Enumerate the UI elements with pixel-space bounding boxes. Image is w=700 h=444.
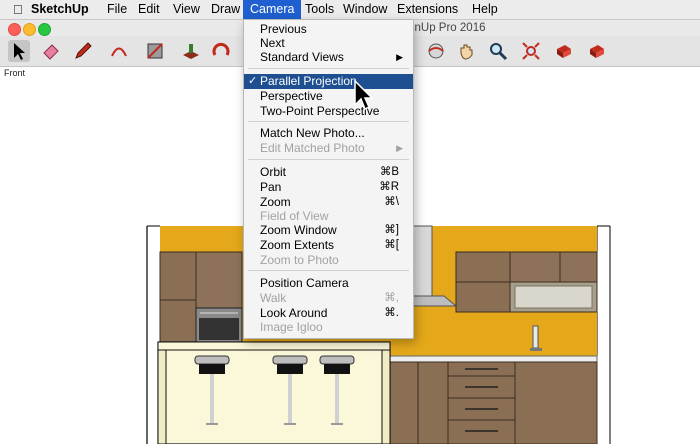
apple-icon[interactable]:  <box>13 2 23 17</box>
push-pull-icon[interactable] <box>180 40 202 62</box>
mouse-pointer-icon <box>354 80 373 111</box>
zoom-window-button[interactable] <box>38 23 51 36</box>
menu-camera[interactable]: Camera <box>243 0 302 19</box>
submenu-arrow-icon: ▶ <box>396 52 403 62</box>
close-window-button[interactable] <box>8 23 21 36</box>
menu-item-next[interactable]: Next <box>244 36 413 51</box>
menu-draw[interactable]: Draw <box>204 0 247 19</box>
menu-item-zoom[interactable]: Zoom ⌘\ <box>244 195 413 210</box>
menu-window[interactable]: Window <box>336 0 394 19</box>
menu-item-orbit[interactable]: Orbit ⌘B <box>244 165 413 180</box>
menu-item-pan[interactable]: Pan ⌘R <box>244 180 413 195</box>
rectangle-icon[interactable] <box>144 40 166 62</box>
eraser-icon[interactable] <box>40 40 62 62</box>
menu-item-position-camera[interactable]: Position Camera <box>244 276 413 291</box>
zoom-extents-icon[interactable] <box>520 40 542 62</box>
menu-item-match-new-photo[interactable]: Match New Photo... <box>244 126 413 141</box>
scene-view-label: Front <box>4 68 26 78</box>
previous-view-icon[interactable] <box>553 40 575 62</box>
menu-item-walk: Walk ⌘, <box>260 291 399 305</box>
menu-extensions[interactable]: Extensions <box>390 0 465 19</box>
next-view-icon[interactable] <box>586 40 608 62</box>
menu-item-previous[interactable]: Previous <box>244 22 413 37</box>
menu-item-zoom-extents[interactable]: Zoom Extents ⌘[ <box>244 238 413 253</box>
menu-item-parallel-projection[interactable]: ✓ Parallel Projection <box>244 74 413 89</box>
menu-file[interactable]: File <box>100 0 134 19</box>
countertop <box>384 355 598 363</box>
orbit-icon[interactable] <box>425 40 447 62</box>
menu-item-zoom-window[interactable]: Zoom Window ⌘] <box>244 223 413 238</box>
menu-tools[interactable]: Tools <box>298 0 341 19</box>
arc-icon[interactable] <box>108 40 130 62</box>
menu-item-two-point-perspective[interactable]: Two-Point Perspective <box>244 104 413 119</box>
menu-app[interactable]: SketchUp <box>24 0 96 19</box>
camera-menu: Previous Next Standard Views ▶ ✓ Parallel … <box>243 19 414 339</box>
zoom-icon[interactable] <box>487 40 509 62</box>
pencil-icon[interactable] <box>72 40 94 62</box>
menu-item-standard-views[interactable]: Standard Views ▶ <box>244 50 413 65</box>
window-title: nUp Pro 2016 <box>414 22 486 34</box>
select-icon[interactable] <box>8 40 30 62</box>
menu-item-look-around[interactable]: Look Around ⌘. <box>244 306 413 321</box>
menu-view[interactable]: View <box>166 0 207 19</box>
pan-icon[interactable] <box>455 40 477 62</box>
rotate-icon[interactable] <box>210 40 232 62</box>
menu-item-edit-matched-photo: Edit Matched Photo ▶ <box>260 141 403 155</box>
menu-help[interactable]: Help <box>465 0 505 19</box>
menu-item-image-igloo: Image Igloo <box>260 320 323 334</box>
menu-bar:  SketchUp File Edit View Draw Camera To… <box>0 0 700 20</box>
menu-item-perspective[interactable]: Perspective <box>244 89 413 104</box>
checkmark-icon: ✓ <box>248 75 258 87</box>
menu-item-zoom-to-photo: Zoom to Photo <box>260 253 339 267</box>
upper-cabinet-left <box>195 251 243 309</box>
submenu-arrow-icon: ▶ <box>396 143 403 153</box>
menu-edit[interactable]: Edit <box>131 0 167 19</box>
minimize-window-button[interactable] <box>23 23 36 36</box>
menu-item-field-of-view: Field of View <box>260 209 329 223</box>
